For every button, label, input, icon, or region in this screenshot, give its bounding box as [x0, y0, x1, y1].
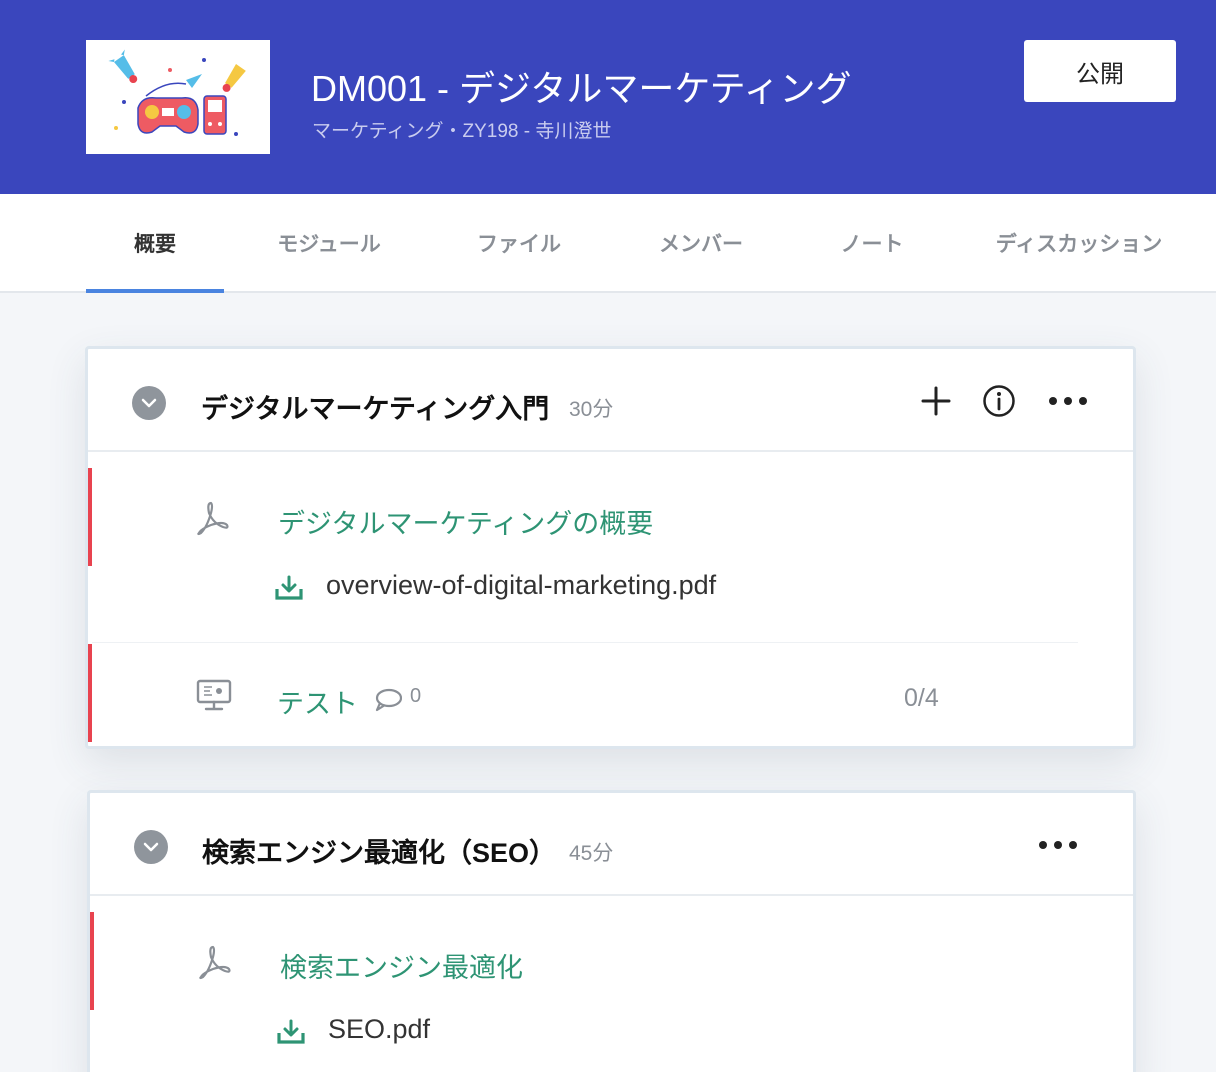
- section-duration: 45分: [569, 842, 614, 865]
- pdf-icon: [194, 942, 234, 982]
- section-title: 検索エンジン最適化（SEO）: [202, 838, 557, 868]
- lesson-title[interactable]: デジタルマーケティングの概要: [278, 502, 653, 541]
- status-indicator: [90, 912, 94, 1010]
- row-divider: [92, 642, 1078, 643]
- publish-button[interactable]: 公開: [1024, 40, 1176, 102]
- section-duration: 30分: [569, 398, 614, 421]
- info-icon[interactable]: [979, 381, 1019, 421]
- status-indicator: [88, 644, 92, 742]
- plus-icon[interactable]: [916, 381, 956, 421]
- download-icon[interactable]: [276, 1017, 306, 1047]
- module-section: 検索エンジン最適化（SEO） 45分 検索エンジン最適化 SEO.pdf: [87, 790, 1136, 1072]
- module-section: デジタルマーケティング入門 30分 デジタルマーケティングの概要 overvie…: [85, 346, 1136, 749]
- monitor-icon: [194, 677, 234, 713]
- pdf-icon: [192, 498, 232, 538]
- quiz-score: 0/4: [904, 684, 939, 712]
- comment-icon[interactable]: [373, 687, 403, 713]
- tab-members[interactable]: メンバー: [632, 194, 770, 291]
- collapse-chevron-icon[interactable]: [134, 830, 168, 864]
- tab-files[interactable]: ファイル: [450, 194, 588, 291]
- tab-overview[interactable]: 概要: [86, 194, 224, 293]
- course-thumbnail: [86, 40, 270, 154]
- tab-bar: 概要 モジュール ファイル メンバー ノート ディスカッション: [0, 194, 1216, 293]
- tab-modules[interactable]: モジュール: [260, 194, 398, 291]
- course-header: DM001 - デジタルマーケティング マーケティング・ZY198 - 寺川澄世…: [0, 0, 1216, 194]
- status-indicator: [88, 468, 92, 566]
- tab-discussion[interactable]: ディスカッション: [996, 194, 1163, 291]
- collapse-chevron-icon[interactable]: [132, 386, 166, 420]
- quiz-title[interactable]: テスト: [277, 682, 358, 721]
- more-icon[interactable]: [1046, 381, 1090, 421]
- tab-notes[interactable]: ノート: [803, 194, 941, 291]
- file-name[interactable]: overview-of-digital-marketing.pdf: [326, 570, 716, 601]
- lesson-title[interactable]: 検索エンジン最適化: [280, 946, 523, 985]
- section-header: デジタルマーケティング入門 30分: [88, 349, 1133, 452]
- file-name[interactable]: SEO.pdf: [328, 1014, 430, 1045]
- comment-count: 0: [410, 685, 422, 707]
- course-subtitle: マーケティング・ZY198 - 寺川澄世: [312, 121, 612, 142]
- more-icon[interactable]: [1036, 825, 1080, 865]
- section-header: 検索エンジン最適化（SEO） 45分: [90, 793, 1133, 896]
- section-title: デジタルマーケティング入門: [201, 394, 550, 424]
- download-icon[interactable]: [274, 573, 304, 603]
- course-title: DM001 - デジタルマーケティング: [311, 68, 852, 109]
